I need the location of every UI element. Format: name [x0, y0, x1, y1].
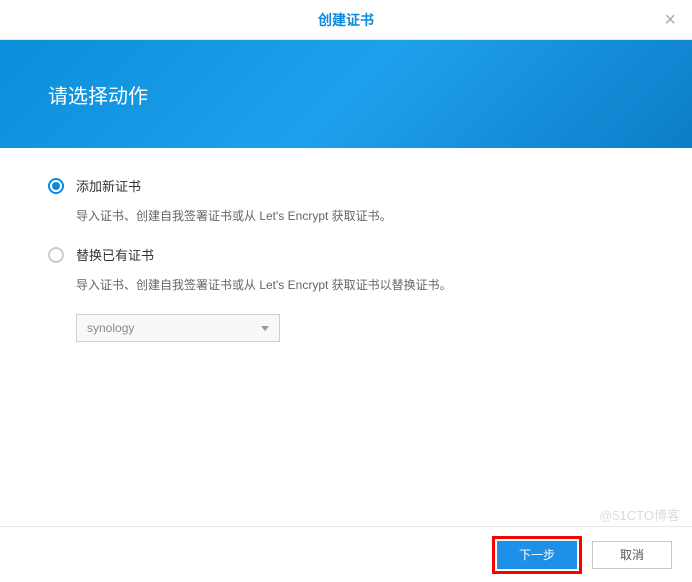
- option-replace-cert[interactable]: 替换已有证书: [48, 245, 644, 264]
- option-add-new-cert[interactable]: 添加新证书: [48, 176, 644, 195]
- option-replace-desc: 导入证书、创建自我签署证书或从 Let's Encrypt 获取证书以替换证书。: [76, 276, 644, 294]
- cert-select-dropdown[interactable]: synology: [76, 314, 280, 342]
- watermark: @51CTO博客: [599, 505, 680, 524]
- next-button[interactable]: 下一步: [497, 541, 577, 569]
- select-value: synology: [87, 321, 134, 335]
- option-add-label: 添加新证书: [76, 176, 141, 195]
- chevron-down-icon: [261, 326, 269, 331]
- banner: 请选择动作: [0, 40, 692, 148]
- content-area: 添加新证书 导入证书、创建自我签署证书或从 Let's Encrypt 获取证书…: [0, 148, 692, 342]
- option-replace-label: 替换已有证书: [76, 245, 154, 264]
- close-icon[interactable]: ×: [664, 10, 676, 30]
- dialog-footer: 下一步 取消: [0, 526, 692, 582]
- highlight-annotation: 下一步: [492, 536, 582, 574]
- dialog-title: 创建证书: [318, 10, 374, 30]
- banner-heading: 请选择动作: [48, 80, 148, 109]
- radio-replace[interactable]: [48, 247, 64, 263]
- cancel-button[interactable]: 取消: [592, 541, 672, 569]
- radio-add-new[interactable]: [48, 178, 64, 194]
- option-add-desc: 导入证书、创建自我签署证书或从 Let's Encrypt 获取证书。: [76, 207, 644, 225]
- dialog-header: 创建证书 ×: [0, 0, 692, 40]
